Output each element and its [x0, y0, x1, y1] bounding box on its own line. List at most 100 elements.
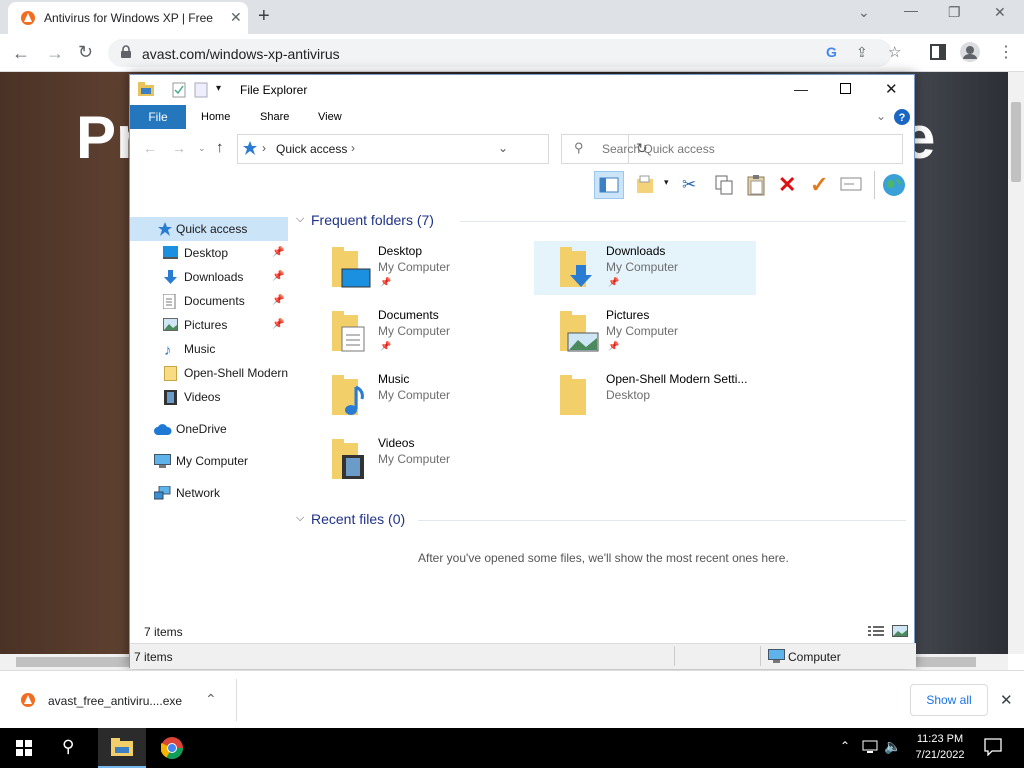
properties-check-icon[interactable]: ✓: [810, 172, 828, 198]
forward-icon[interactable]: →: [46, 43, 64, 64]
paste-icon[interactable]: [746, 174, 766, 196]
profile-avatar-icon[interactable]: [960, 42, 980, 62]
action-center-icon[interactable]: [984, 738, 1002, 756]
folder-tile-downloads[interactable]: Downloads My Computer 📌: [534, 241, 756, 295]
globe-icon[interactable]: [882, 173, 906, 197]
file-explorer-taskbar-icon: [111, 738, 133, 756]
side-panel-icon[interactable]: [930, 44, 946, 60]
close-window-icon[interactable]: ✕: [994, 4, 1006, 21]
folder-tile-documents[interactable]: Documents My Computer 📌: [306, 305, 528, 359]
recent-locations-icon[interactable]: ⌄: [198, 143, 206, 154]
system-clock[interactable]: 11:23 PM 7/21/2022: [900, 731, 980, 763]
breadcrumb-chevron-icon[interactable]: ›: [262, 141, 266, 155]
tab-search-icon[interactable]: ⌄: [858, 4, 870, 21]
nav-pictures[interactable]: Pictures 📌: [130, 313, 288, 337]
folder-tile-desktop[interactable]: Desktop My Computer 📌: [306, 241, 528, 295]
download-shelf-close-icon[interactable]: ✕: [1000, 691, 1013, 709]
quick-access-nav-star-icon: [158, 222, 172, 236]
taskbar-search-icon[interactable]: ⚲: [62, 737, 74, 757]
nav-pictures-label: Pictures: [184, 318, 228, 332]
large-icons-view-icon[interactable]: [892, 625, 908, 637]
up-icon[interactable]: ↑: [216, 139, 224, 156]
new-item-icon[interactable]: [636, 175, 656, 195]
page-vertical-scrollbar[interactable]: [1008, 72, 1024, 654]
minimize-icon[interactable]: —: [904, 2, 918, 18]
back-icon[interactable]: ←: [12, 43, 30, 64]
copy-icon[interactable]: [714, 175, 734, 195]
collapse-recent-icon[interactable]: ⌵: [296, 512, 304, 525]
preview-pane-icon[interactable]: [594, 171, 624, 199]
chrome-taskbar-icon[interactable]: [161, 737, 183, 759]
browser-tab[interactable]: Antivirus for Windows XP | Free ✕: [8, 2, 248, 34]
nav-forward-icon[interactable]: →: [172, 140, 186, 156]
tab-share[interactable]: Share: [260, 111, 289, 123]
tab-home[interactable]: Home: [201, 111, 230, 123]
help-icon[interactable]: ?: [894, 109, 910, 125]
folder-location: My Computer: [378, 260, 451, 274]
tab-view[interactable]: View: [318, 111, 342, 123]
explorer-search-field[interactable]: ⚲ Search Quick access: [561, 134, 903, 164]
google-icon[interactable]: G: [826, 44, 837, 60]
new-tab-icon[interactable]: +: [258, 5, 270, 28]
cut-icon[interactable]: ✂: [682, 175, 696, 195]
new-item-dropdown-icon[interactable]: ▾: [664, 177, 669, 188]
menu-kebab-icon[interactable]: ⋮: [998, 42, 1014, 62]
tray-overflow-icon[interactable]: ⌃: [840, 739, 850, 753]
folder-location: My Computer: [378, 388, 451, 402]
restore-icon[interactable]: ❐: [948, 4, 961, 21]
nav-downloads[interactable]: Downloads 📌: [130, 265, 288, 289]
nav-back-icon[interactable]: ←: [143, 140, 157, 156]
frequent-folders-header[interactable]: Frequent folders (7): [311, 212, 434, 228]
properties-icon[interactable]: [172, 82, 186, 98]
address-bar[interactable]: avast.com/windows-xp-antivirus G ⇪ ☆: [108, 39, 901, 67]
folder-tile-music[interactable]: Music My Computer: [306, 369, 528, 423]
folder-tile-pictures[interactable]: Pictures My Computer 📌: [534, 305, 756, 359]
music-note-icon: ♪: [164, 342, 172, 359]
explorer-close-icon[interactable]: ✕: [885, 80, 898, 98]
breadcrumb-next-chevron-icon[interactable]: ›: [351, 141, 355, 155]
explorer-address-bar[interactable]: › Quick access › ⌄ ↻: [237, 134, 648, 164]
nav-network[interactable]: Network: [130, 481, 288, 505]
nav-quick-access[interactable]: Quick access: [130, 217, 288, 241]
share-icon[interactable]: ⇪: [856, 44, 868, 61]
status-computer-icon: [768, 649, 785, 663]
nav-videos[interactable]: Videos: [130, 385, 288, 409]
qat-dropdown-icon[interactable]: ▾: [216, 83, 221, 94]
documents-icon: [163, 294, 178, 309]
nav-my-computer[interactable]: My Computer: [130, 449, 288, 473]
folder-icon: [164, 366, 177, 381]
nav-desktop[interactable]: Desktop 📌: [130, 241, 288, 265]
collapse-frequent-icon[interactable]: ⌵: [296, 213, 304, 226]
folder-location: My Computer: [606, 324, 679, 338]
rename-icon[interactable]: [840, 177, 862, 191]
nav-music[interactable]: ♪ Music: [130, 337, 288, 361]
search-placeholder: Search Quick access: [602, 142, 715, 156]
ribbon-expand-icon[interactable]: ⌄: [876, 109, 886, 123]
nav-open-shell-label: Open-Shell Modern: [184, 366, 288, 380]
download-file-name[interactable]: avast_free_antiviru....exe: [48, 694, 182, 708]
folder-tile-videos[interactable]: Videos My Computer: [306, 433, 528, 487]
windows-start-icon[interactable]: [16, 740, 32, 756]
details-view-icon[interactable]: [868, 625, 884, 637]
nav-documents[interactable]: Documents 📌: [130, 289, 288, 313]
download-options-chevron-icon[interactable]: ⌃: [205, 691, 217, 708]
recent-files-header[interactable]: Recent files (0): [311, 511, 405, 527]
reload-icon[interactable]: ↻: [78, 42, 93, 63]
volume-icon[interactable]: 🔈: [884, 738, 901, 755]
new-folder-qat-icon[interactable]: [194, 82, 208, 98]
network-tray-icon[interactable]: [862, 740, 880, 754]
tab-close-icon[interactable]: ✕: [230, 9, 242, 26]
explorer-minimize-icon[interactable]: —: [794, 81, 808, 97]
show-all-button[interactable]: Show all: [910, 684, 988, 716]
taskbar-explorer-button[interactable]: [98, 728, 146, 768]
folder-tile-open-shell[interactable]: Open-Shell Modern Setti... Desktop: [534, 369, 756, 423]
nav-open-shell[interactable]: Open-Shell Modern: [130, 361, 288, 385]
bookmark-star-icon[interactable]: ☆: [888, 43, 901, 61]
address-text[interactable]: Quick access: [276, 142, 347, 156]
tab-file[interactable]: File: [130, 105, 186, 129]
pin-icon: 📌: [272, 247, 285, 258]
delete-icon[interactable]: ✕: [778, 172, 796, 198]
explorer-maximize-icon[interactable]: [840, 83, 851, 94]
nav-onedrive[interactable]: OneDrive: [130, 417, 288, 441]
address-dropdown-icon[interactable]: ⌄: [498, 141, 508, 155]
